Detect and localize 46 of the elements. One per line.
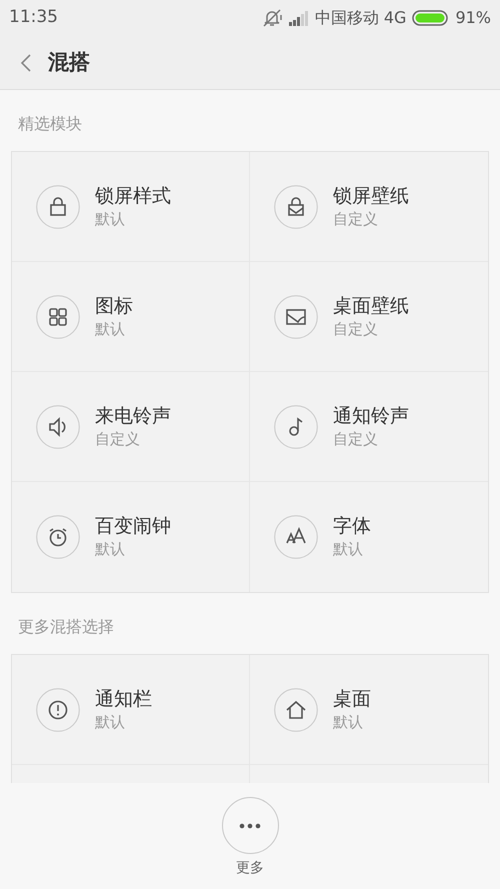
tile-title: 通知铃声 <box>333 404 409 428</box>
more-icon <box>239 822 261 828</box>
lock-image-icon <box>274 184 318 228</box>
theme-tile[interactable]: 来电铃声 自定义 <box>12 372 250 482</box>
theme-tile[interactable]: 通知栏 默认 <box>12 655 250 765</box>
page-title: 混搭 <box>48 48 90 76</box>
tile-title: 百变闹钟 <box>95 514 171 538</box>
section-label: 更多混搭选择 <box>17 616 115 638</box>
tile-title: 图标 <box>95 294 133 318</box>
image-icon <box>274 294 318 338</box>
mute-icon <box>260 9 283 27</box>
more-label: 更多 <box>236 859 264 878</box>
font-size-icon <box>274 515 318 559</box>
carrier-text: 中国移动 4G <box>314 7 406 29</box>
tile-subtitle: 默认 <box>95 712 126 732</box>
alarm-clock-icon <box>36 515 80 559</box>
tile-subtitle: 自定义 <box>95 428 141 450</box>
tile-subtitle: 自定义 <box>333 208 379 230</box>
tile-subtitle: 自定义 <box>333 318 379 340</box>
signal-icon <box>288 10 309 26</box>
tile-title: 通知栏 <box>95 686 152 710</box>
tile-subtitle: 默认 <box>333 539 364 560</box>
tile-title: 桌面 <box>333 686 371 710</box>
tile-subtitle: 自定义 <box>333 428 379 450</box>
home-icon <box>274 688 318 732</box>
tile-subtitle: 默认 <box>95 318 126 340</box>
tile-title: 桌面壁纸 <box>333 294 409 318</box>
status-time: 11:35 <box>9 6 58 30</box>
tile-title: 锁屏壁纸 <box>333 184 409 208</box>
tile-subtitle: 默认 <box>95 208 126 230</box>
section-label: 精选模块 <box>17 113 83 135</box>
tile-subtitle: 默认 <box>95 539 126 560</box>
theme-tile[interactable]: 图标 默认 <box>12 262 250 372</box>
tile-title: 字体 <box>333 514 371 538</box>
battery-percent: 91% <box>455 7 491 29</box>
battery-icon <box>412 10 450 26</box>
back-icon[interactable] <box>20 52 32 72</box>
tile-title: 锁屏样式 <box>95 184 171 208</box>
tile-title: 来电铃声 <box>95 404 171 428</box>
speaker-icon <box>36 404 80 448</box>
theme-tile[interactable]: 锁屏样式 默认 <box>12 152 250 262</box>
lock-icon <box>36 184 80 228</box>
grid-icon <box>36 294 80 338</box>
tile-subtitle: 默认 <box>333 712 364 732</box>
alert-icon <box>36 688 80 732</box>
music-note-icon <box>274 404 318 448</box>
